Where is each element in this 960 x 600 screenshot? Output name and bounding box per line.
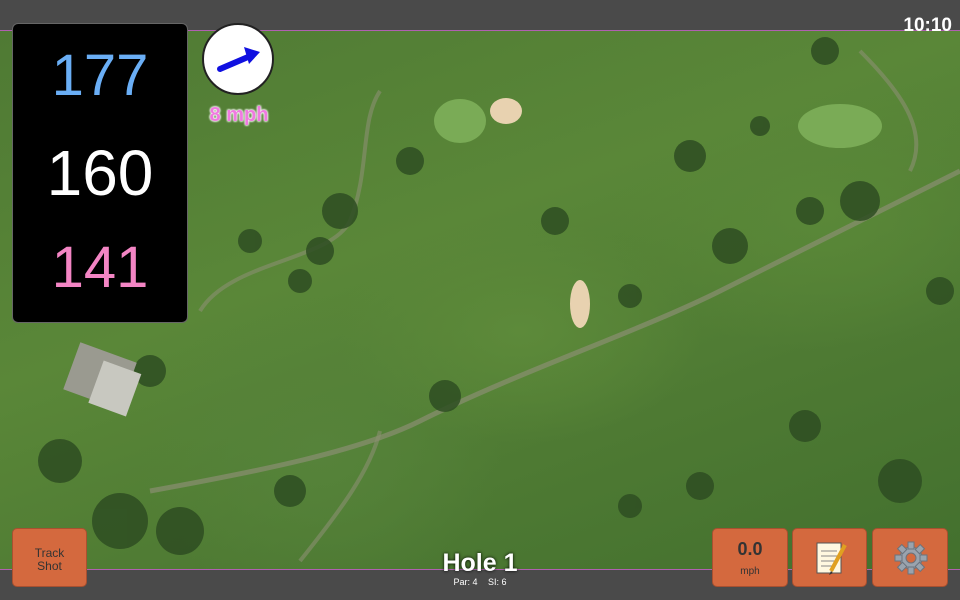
gear-icon	[894, 541, 928, 575]
settings-button[interactable]	[872, 528, 948, 587]
arrow-icon	[217, 47, 260, 72]
notes-button[interactable]	[792, 528, 867, 587]
hole-stroke-index: SI: 6	[488, 577, 507, 587]
track-shot-label-2: Shot	[37, 559, 62, 573]
hole-title: Hole 1	[442, 549, 518, 577]
front-yardage: 141	[51, 235, 149, 300]
hole-info: Par: 4 SI: 6	[380, 577, 580, 587]
track-shot-button[interactable]: Track Shot	[12, 528, 87, 587]
track-shot-label-1: Track	[34, 546, 65, 560]
wind-speed: 8 mph	[209, 104, 269, 126]
speed-button[interactable]: 0.0 mph	[712, 528, 788, 587]
speed-unit: mph	[740, 566, 760, 577]
back-yardage: 177	[51, 43, 149, 108]
wind-indicator	[202, 23, 274, 95]
speed-value: 0.0	[737, 539, 763, 559]
notepad-icon	[816, 542, 847, 575]
hole-par: Par: 4	[453, 577, 478, 587]
yardage-panel: 177 160 141	[12, 23, 188, 323]
middle-yardage: 160	[46, 137, 154, 209]
